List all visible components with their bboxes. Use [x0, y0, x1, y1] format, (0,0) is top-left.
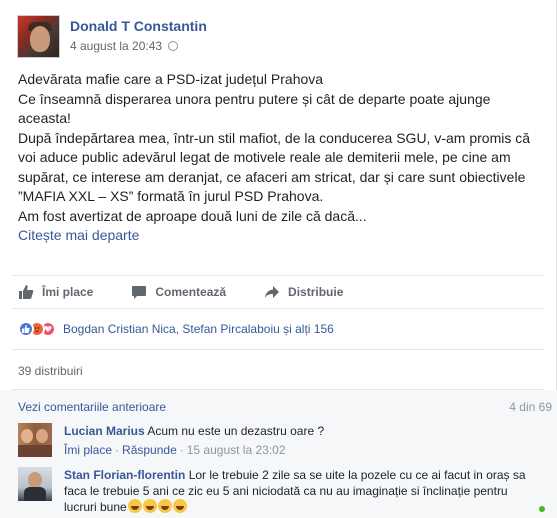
share-label: Distribuie — [288, 285, 344, 299]
comments-count: 4 din 69 — [509, 400, 552, 414]
post-time-row: 4 august la 20:43 — [70, 39, 207, 53]
comment-label: Comentează — [155, 285, 227, 299]
post-header: Donald T Constantin 4 august la 20:43 — [17, 15, 207, 59]
comment-icon — [132, 286, 147, 299]
comments-section: Vezi comentariile anterioare 4 din 69 Lu… — [0, 390, 557, 518]
avatar-face — [30, 26, 50, 52]
reactions-summary[interactable]: Bogdan Cristian Nica, Stefan Pircalaboiu… — [18, 321, 334, 337]
comment-body: Lucian Marius Acum nu este un dezastru o… — [64, 423, 324, 458]
post-line: Ce înseamnă disperarea unora pentru pute… — [18, 90, 491, 127]
post-line: Am fost avertizat de aproape două luni d… — [18, 207, 367, 224]
like-reaction-icon — [18, 321, 34, 337]
globe-icon[interactable] — [168, 41, 179, 51]
laughing-emoji-icon — [127, 499, 187, 514]
author-name[interactable]: Donald T Constantin — [70, 17, 207, 35]
author-avatar[interactable] — [17, 15, 60, 58]
like-label: Îmi place — [42, 285, 94, 299]
comment-content: Lucian Marius Acum nu este un dezastru o… — [64, 423, 324, 439]
reaction-names[interactable]: Bogdan Cristian Nica, Stefan Pircalaboiu… — [63, 322, 334, 336]
view-previous-comments-link[interactable]: Vezi comentariile anterioare — [18, 400, 166, 414]
commenter-avatar[interactable] — [18, 423, 52, 457]
comment-text: Acum nu este un dezastru oare ? — [147, 424, 325, 438]
share-arrow-icon — [265, 286, 280, 298]
share-button[interactable]: Distribuie — [264, 284, 343, 300]
comment-button[interactable]: Comentează — [131, 284, 226, 300]
post-timestamp[interactable]: 4 august la 20:43 — [70, 39, 162, 53]
comment-item: Lucian Marius Acum nu este un dezastru o… — [18, 423, 324, 458]
post-card: Donald T Constantin 4 august la 20:43 Ad… — [0, 0, 557, 518]
comment-item: Stan Florian-florentin Lor le trebuie 2 … — [18, 467, 526, 515]
post-text: Adevărata mafie care a PSD-izat județul … — [18, 70, 543, 246]
online-status-dot — [539, 506, 545, 512]
comment-timestamp[interactable]: 15 august la 23:02 — [187, 443, 286, 457]
post-line: După îndepărtarea mea, într-un stil mafi… — [18, 129, 531, 205]
divider — [12, 349, 544, 350]
comment-like-link[interactable]: Îmi place — [64, 443, 112, 457]
see-more-link[interactable]: Citește mai departe — [18, 226, 543, 246]
thumbs-up-icon — [19, 285, 34, 299]
like-button[interactable]: Îmi place — [18, 284, 93, 300]
post-line: Adevărata mafie care a PSD-izat județul … — [18, 71, 324, 87]
post-action-bar: Îmi place Comentează Distribuie — [12, 275, 544, 309]
shares-count[interactable]: 39 distribuiri — [18, 364, 83, 378]
post-meta: Donald T Constantin 4 august la 20:43 — [70, 15, 207, 59]
comment-body: Stan Florian-florentin Lor le trebuie 2 … — [64, 467, 526, 515]
commenter-name[interactable]: Lucian Marius — [64, 424, 145, 438]
comment-reply-link[interactable]: Răspunde — [122, 443, 177, 457]
commenter-avatar[interactable] — [18, 467, 52, 501]
commenter-name[interactable]: Stan Florian-florentin — [64, 468, 185, 482]
comment-actions: Îmi place · Răspunde · 15 august la 23:02 — [64, 443, 286, 457]
